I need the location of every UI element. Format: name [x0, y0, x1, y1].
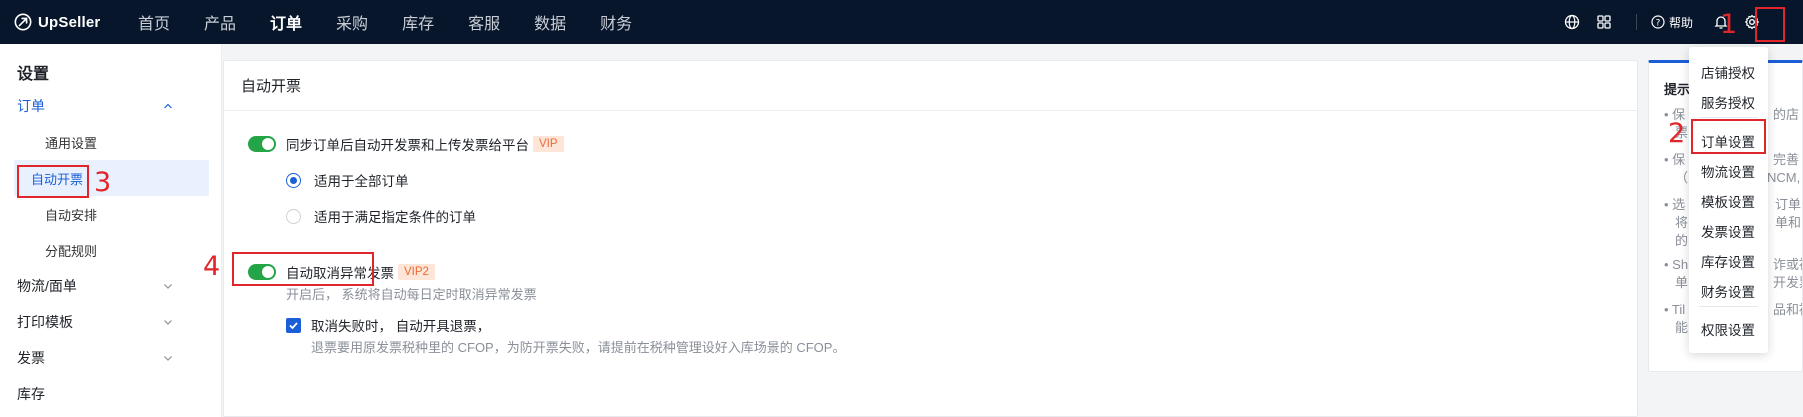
tip-line-right: 诈或被 [1773, 257, 1802, 272]
sync-invoice-label: 同步订单后自动开发票和上传发票给平台 [286, 138, 529, 153]
check-icon [289, 321, 298, 329]
nav-item-inventory[interactable]: 库存 [402, 10, 434, 34]
apps-grid-icon[interactable] [1596, 14, 1612, 30]
sidebar-group-invoice[interactable]: 发票 [0, 340, 221, 376]
apply-conditional-orders-option[interactable]: 适用于满足指定条件的订单 [286, 206, 476, 226]
settings-dropdown-menu: 店铺授权 服务授权 订单设置 物流设置 模板设置 发票设置 库存设置 财务设置 … [1689, 47, 1768, 353]
nav-item-customer-service[interactable]: 客服 [468, 10, 500, 34]
chevron-down-icon [164, 284, 172, 289]
sidebar-item-auto-arrange[interactable]: 自动安排 [14, 196, 209, 232]
auto-cancel-row: 自动取消异常发票 VIP2 [248, 262, 435, 282]
nav-item-orders[interactable]: 订单 [270, 10, 302, 34]
auto-invoice-panel: 自动开票 同步订单后自动开发票和上传发票给平台 VIP 适用于全部订单 适用于满… [223, 60, 1638, 417]
tip-line: • 选 [1664, 197, 1686, 212]
menu-item-service-authorization[interactable]: 服务授权 [1701, 92, 1755, 112]
svg-text:?: ? [1656, 18, 1661, 28]
menu-divider [1699, 306, 1758, 307]
apply-conditional-orders-radio[interactable] [286, 208, 301, 224]
refund-invoice-checkbox[interactable] [286, 317, 301, 333]
tip-line: 将 [1675, 215, 1689, 230]
menu-item-finance-settings[interactable]: 财务设置 [1701, 281, 1755, 301]
question-circle-icon: ? [1651, 15, 1665, 29]
tip-line-right: 的店 [1773, 107, 1800, 122]
refund-invoice-option[interactable]: 取消失败时， 自动开具退票， [286, 315, 490, 335]
tip-line: • Sh [1664, 257, 1689, 272]
nav-divider [1635, 14, 1637, 30]
tip-line: （ [1675, 170, 1689, 185]
sidebar-group-label: 订单 [17, 98, 45, 114]
vip2-badge: VIP2 [398, 264, 435, 280]
auto-cancel-hint: 开启后， 系统将自动每日定时取消异常发票 [286, 287, 537, 302]
annotation-number-3: 3 [94, 167, 112, 198]
menu-item-logistics-settings[interactable]: 物流设置 [1701, 161, 1755, 181]
apply-all-orders-radio[interactable] [286, 172, 301, 188]
top-navigation-bar: UpSeller 首页 产品 订单 采购 库存 客服 数据 财务 ? 帮助 [0, 0, 1803, 44]
sidebar-group-inventory[interactable]: 库存 [0, 376, 221, 412]
refund-invoice-label: 取消失败时， 自动开具退票， [311, 319, 491, 334]
sidebar-group-label: 打印模板 [17, 314, 73, 330]
sidebar-group-orders[interactable]: 订单 [0, 88, 221, 124]
settings-sidebar: 设置 订单 通用设置 自动开票 自动安排 分配规则 物流/面单 打印模板 发票 … [0, 44, 222, 417]
tip-line: • 保 [1664, 152, 1686, 167]
refund-invoice-hint: 退票要用原发票税种里的 CFOP，为防开票失败，请提前在税种管理设好入库场景的 … [311, 340, 846, 355]
sync-invoice-row: 同步订单后自动开发票和上传发票给平台 VIP [248, 134, 564, 154]
tip-line-right: 订单 [1775, 197, 1802, 212]
app-logo[interactable]: UpSeller [0, 13, 138, 31]
sidebar-item-general-settings[interactable]: 通用设置 [14, 124, 209, 160]
menu-item-inventory-settings[interactable]: 库存设置 [1701, 251, 1755, 271]
annotation-number-2: 2 [1668, 118, 1686, 149]
nav-tools: ? 帮助 [1564, 0, 1803, 44]
chevron-up-icon [164, 103, 172, 109]
sidebar-item-allocation-rules[interactable]: 分配规则 [14, 232, 209, 268]
chevron-down-icon [164, 356, 172, 361]
menu-item-invoice-settings[interactable]: 发票设置 [1701, 221, 1755, 241]
tip-line: • Til [1664, 302, 1686, 317]
annotation-number-4: 4 [203, 251, 221, 282]
gear-icon [1745, 14, 1759, 30]
nav-item-finance[interactable]: 财务 [600, 10, 632, 34]
help-label: 帮助 [1668, 15, 1693, 30]
sidebar-group-logistics[interactable]: 物流/面单 [0, 268, 221, 304]
nav-item-data[interactable]: 数据 [534, 10, 566, 34]
menu-item-shop-authorization[interactable]: 店铺授权 [1701, 62, 1755, 82]
sync-invoice-toggle[interactable] [248, 136, 276, 152]
sidebar-group-label: 物流/面单 [17, 278, 77, 294]
apply-all-orders-option[interactable]: 适用于全部订单 [286, 170, 409, 190]
globe-icon[interactable] [1564, 14, 1580, 30]
app-logo-text: UpSeller [38, 13, 101, 31]
auto-cancel-toggle[interactable] [248, 264, 276, 280]
vip-badge: VIP [533, 136, 564, 152]
tip-line-right: 品和被 [1773, 302, 1802, 317]
nav-item-purchase[interactable]: 采购 [336, 10, 368, 34]
sidebar-group-print-templates[interactable]: 打印模板 [0, 304, 221, 340]
tip-line: 能 [1675, 320, 1689, 335]
settings-button[interactable] [1737, 7, 1767, 37]
tip-line-right: 完善 [1773, 152, 1800, 167]
sidebar-item-auto-invoice[interactable]: 自动开票 [14, 160, 209, 196]
tip-line-right: 开发票 [1773, 275, 1802, 290]
tip-line: 的 [1675, 233, 1689, 248]
page-title: 自动开票 [224, 61, 1637, 111]
menu-divider [1699, 117, 1758, 118]
auto-cancel-label: 自动取消异常发票 [286, 266, 394, 281]
main-menu: 首页 产品 订单 采购 库存 客服 数据 财务 [138, 0, 666, 44]
menu-item-permission-settings[interactable]: 权限设置 [1701, 319, 1755, 339]
upseller-logo-icon [14, 13, 32, 31]
annotation-number-1: 1 [1720, 9, 1738, 40]
apply-all-orders-label: 适用于全部订单 [314, 174, 409, 189]
sidebar-title: 设置 [17, 66, 50, 83]
tip-line-right: NCM, [1767, 170, 1801, 185]
sidebar-group-label: 发票 [17, 350, 45, 366]
apply-conditional-orders-label: 适用于满足指定条件的订单 [314, 210, 476, 225]
nav-item-home[interactable]: 首页 [138, 10, 170, 34]
chevron-down-icon [164, 320, 172, 325]
menu-item-template-settings[interactable]: 模板设置 [1701, 191, 1755, 211]
tip-line: 单 [1675, 275, 1689, 290]
tip-line-right: 单和 [1775, 215, 1802, 230]
sidebar-group-label: 库存 [17, 386, 45, 402]
nav-item-products[interactable]: 产品 [204, 10, 236, 34]
help-link[interactable]: ? 帮助 [1651, 14, 1693, 31]
menu-item-order-settings[interactable]: 订单设置 [1701, 131, 1755, 151]
